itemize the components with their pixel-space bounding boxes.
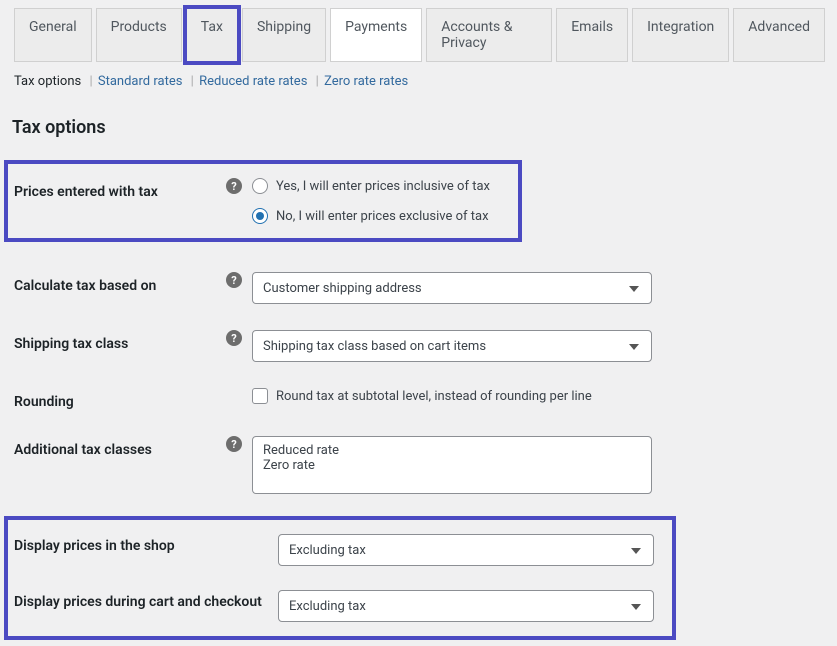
subtab-standard-rates[interactable]: Standard rates [98,74,183,89]
prices-entered-section: Prices entered with tax ? Yes, I will en… [8,164,518,238]
row-additional-classes: Additional tax classes ? Reduced rate Ze… [8,436,829,494]
page-title: Tax options [12,117,829,138]
tab-payments[interactable]: Payments [330,8,422,62]
subtab-reduced-rates[interactable]: Reduced rate rates [199,74,307,89]
tab-tax[interactable]: Tax [186,8,238,62]
label-display-checkout: Display prices during cart and checkout [14,590,278,610]
checkbox-rounding[interactable] [252,388,268,404]
radio-input[interactable] [252,178,268,194]
separator: | [89,74,92,89]
subtab-zero-rates[interactable]: Zero rate rates [324,74,408,89]
radio-exclusive[interactable]: No, I will enter prices exclusive of tax [252,208,490,224]
tab-emails[interactable]: Emails [556,8,628,62]
tabs-bar: General Products Tax Shipping Payments A… [14,8,829,62]
tab-general[interactable]: General [14,8,92,62]
select-shipping-tax-class[interactable]: Shipping tax class based on cart items [252,330,652,362]
subtabs: Tax options | Standard rates | Reduced r… [14,70,829,105]
radio-input[interactable] [252,208,268,224]
radio-inclusive[interactable]: Yes, I will enter prices inclusive of ta… [252,178,490,194]
help-icon[interactable]: ? [226,178,242,194]
help-icon[interactable]: ? [226,272,242,288]
checkbox-label: Round tax at subtotal level, instead of … [276,389,592,404]
select-display-shop[interactable]: Excluding tax [278,534,654,566]
subtab-tax-options[interactable]: Tax options [14,74,81,89]
help-icon[interactable]: ? [226,330,242,346]
label-calculate-based-on: Calculate tax based on [14,272,226,294]
separator: | [316,74,319,89]
select-calculate-based-on[interactable]: Customer shipping address [252,272,652,304]
row-calculate-based-on: Calculate tax based on ? Customer shippi… [8,272,829,304]
select-display-checkout[interactable]: Excluding tax [278,590,654,622]
textarea-additional-classes[interactable]: Reduced rate Zero rate [252,436,652,494]
label-rounding: Rounding [14,388,226,410]
row-rounding: Rounding Round tax at subtotal level, in… [8,388,829,410]
label-display-shop: Display prices in the shop [14,534,278,554]
label-shipping-tax-class: Shipping tax class [14,330,226,352]
tab-shipping[interactable]: Shipping [242,8,326,62]
display-prices-section: Display prices in the shop Excluding tax… [8,520,672,636]
radio-label: No, I will enter prices exclusive of tax [276,209,489,224]
tab-accounts-privacy[interactable]: Accounts & Privacy [426,8,552,62]
label-prices-entered: Prices entered with tax [14,178,226,200]
tab-advanced[interactable]: Advanced [733,8,825,62]
separator: | [191,74,194,89]
label-additional-classes: Additional tax classes [14,436,226,458]
tab-products[interactable]: Products [96,8,182,62]
help-icon[interactable]: ? [226,436,242,452]
tab-integration[interactable]: Integration [632,8,729,62]
radio-label: Yes, I will enter prices inclusive of ta… [276,179,490,194]
row-shipping-tax-class: Shipping tax class ? Shipping tax class … [8,330,829,362]
